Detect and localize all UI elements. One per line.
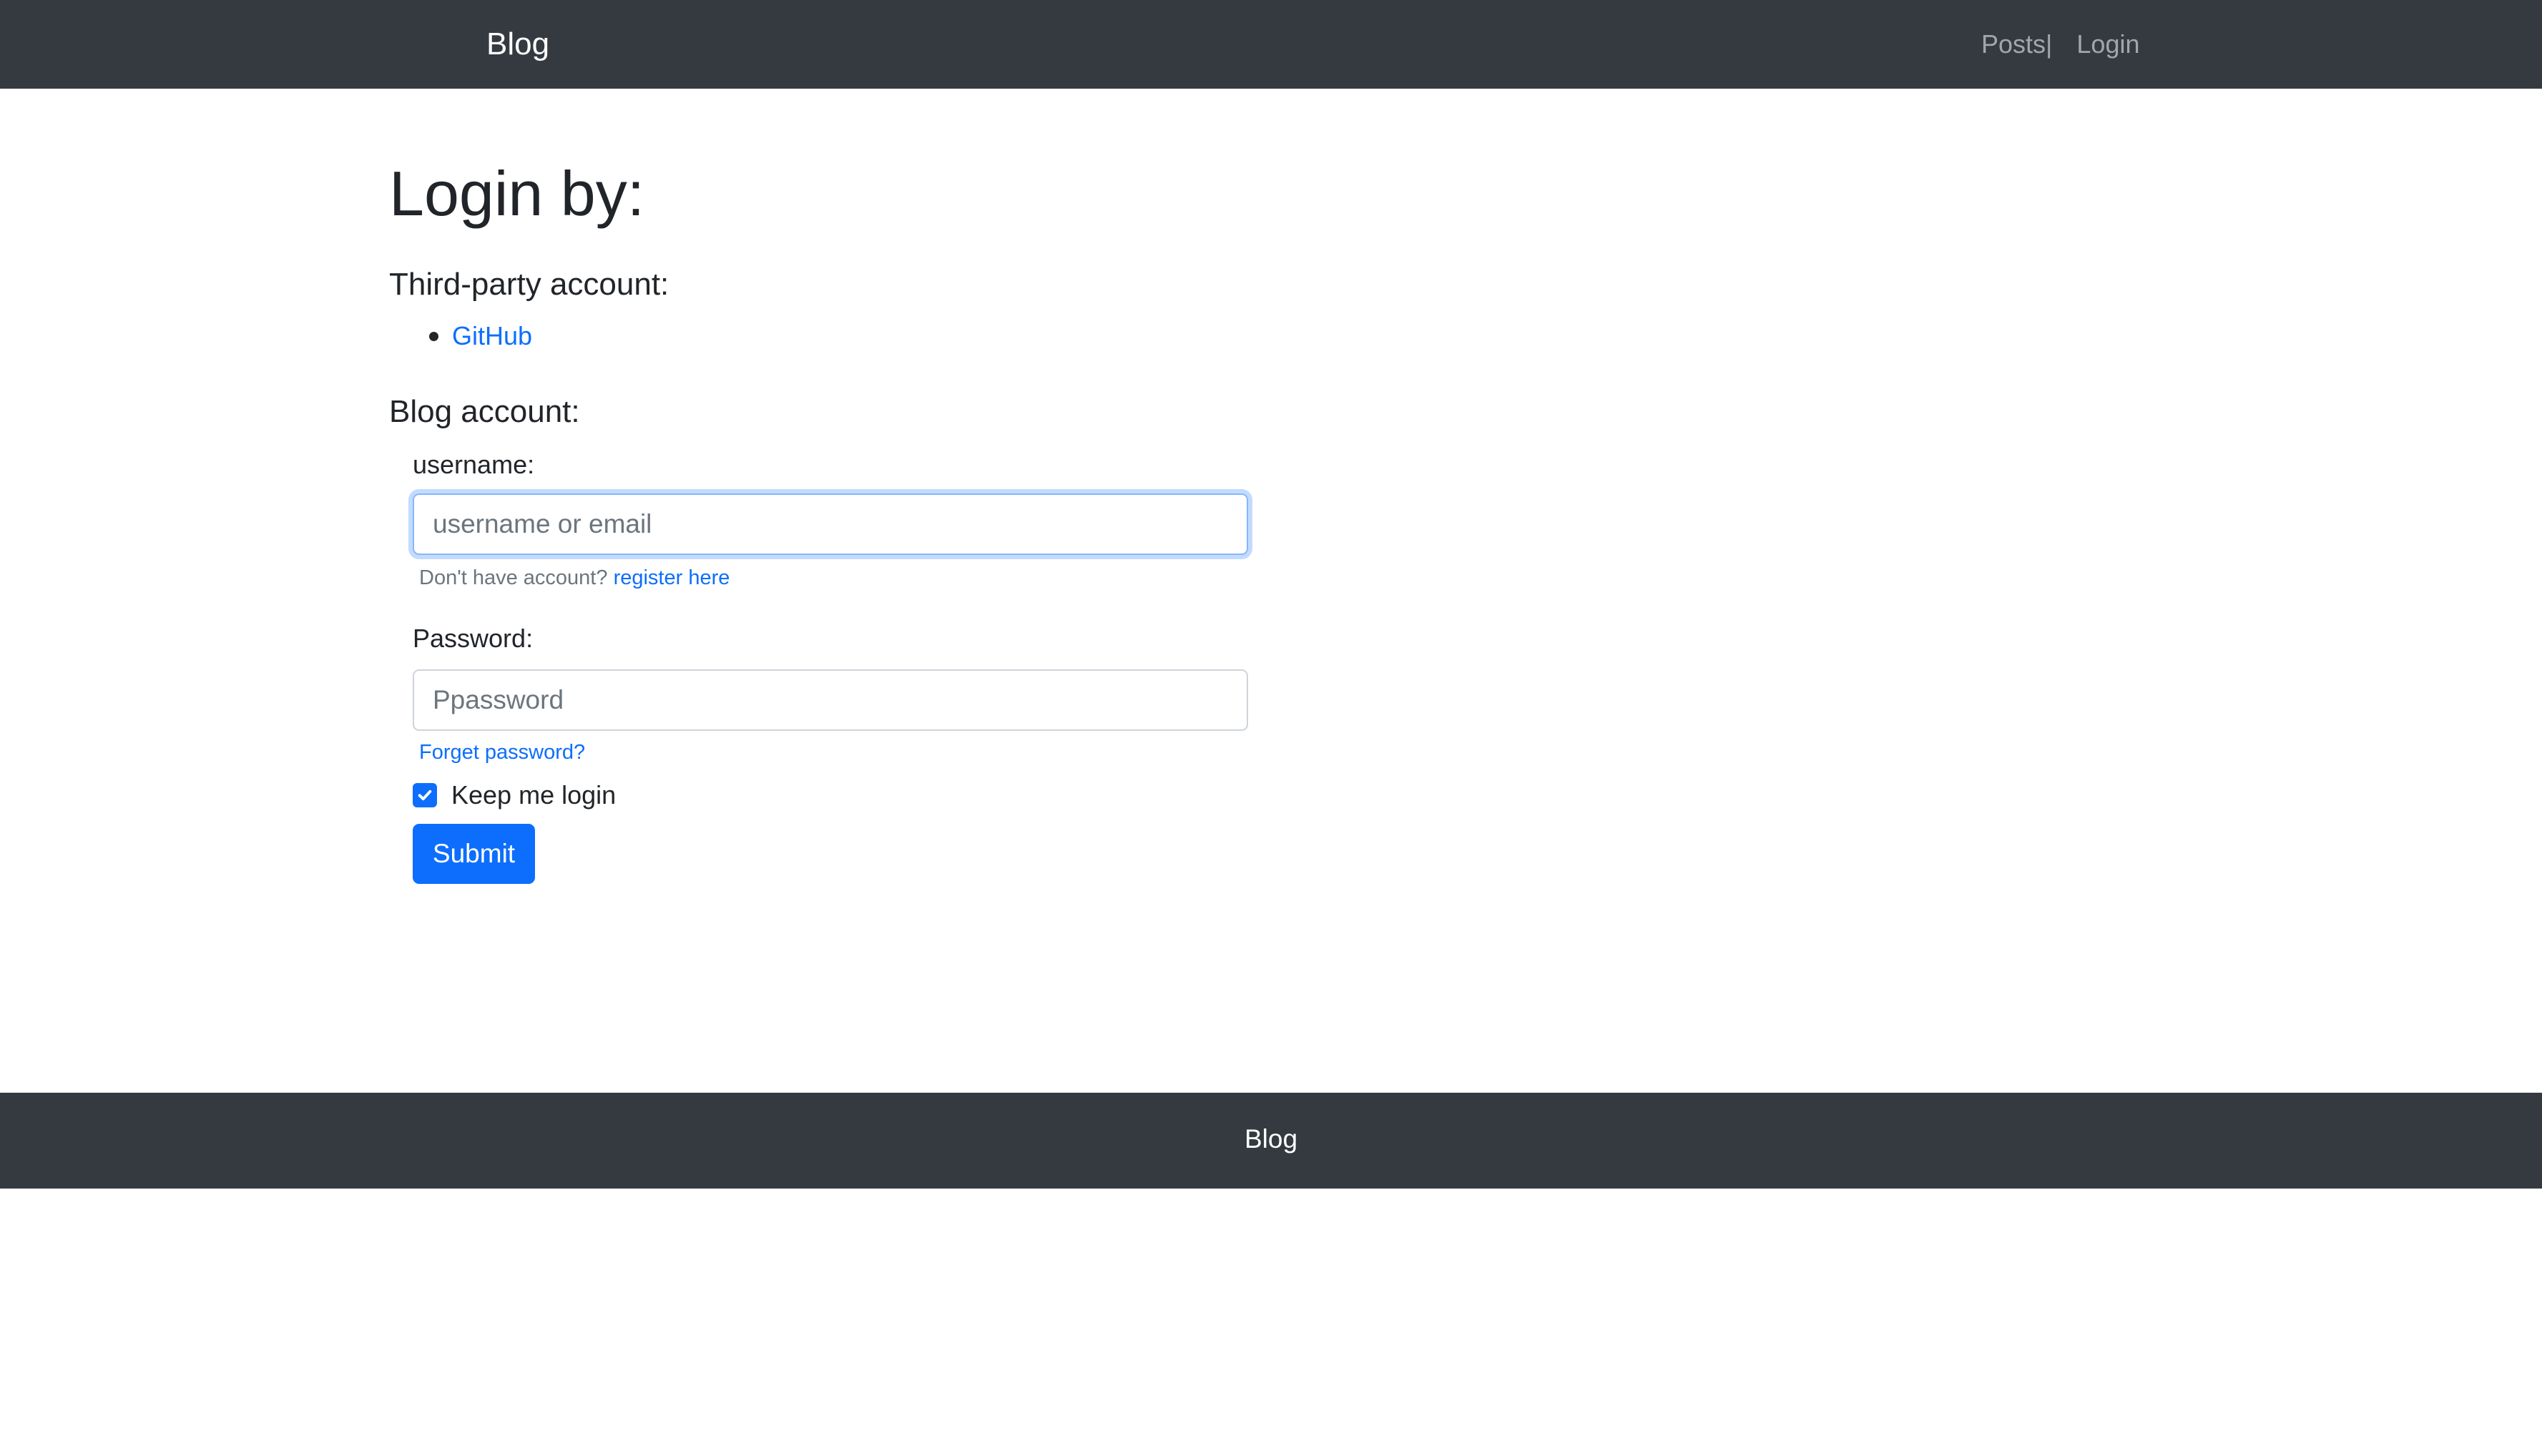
github-login-link[interactable]: GitHub (452, 321, 532, 350)
nav-link-posts[interactable]: Posts (1981, 29, 2046, 59)
forget-password-link[interactable]: Forget password? (419, 741, 585, 764)
navbar-links: Posts| Login (1981, 27, 2140, 62)
footer-text: Blog (1244, 1124, 1298, 1154)
list-item: GitHub (389, 319, 532, 353)
nav-separator: | (2046, 29, 2053, 59)
forget-password-help: Forget password? (419, 738, 585, 767)
register-help-prefix: Don't have account? (419, 566, 608, 589)
navbar-brand[interactable]: Blog (486, 24, 549, 64)
submit-button[interactable]: Submit (413, 824, 535, 884)
top-navbar: Blog Posts| Login (0, 0, 2542, 89)
password-label: Password: (413, 624, 534, 653)
password-input[interactable] (413, 669, 1248, 731)
register-link[interactable]: register here (614, 566, 730, 589)
keep-login-row: Keep me login (413, 775, 616, 815)
bullet-icon (429, 332, 438, 341)
third-party-heading: Third-party account: (389, 267, 669, 302)
footer: Blog (0, 1093, 2542, 1189)
username-label: username: (413, 450, 535, 479)
keep-login-checkbox[interactable] (413, 783, 437, 807)
register-help-text: Don't have account? register here (419, 564, 730, 592)
username-input[interactable] (413, 493, 1248, 555)
nav-link-login[interactable]: Login (2076, 29, 2139, 59)
page-title: Login by: (389, 158, 645, 229)
third-party-provider-list: GitHub (389, 319, 532, 353)
blog-account-heading: Blog account: (389, 394, 580, 429)
checkmark-icon (418, 790, 432, 801)
keep-login-label[interactable]: Keep me login (451, 778, 616, 812)
